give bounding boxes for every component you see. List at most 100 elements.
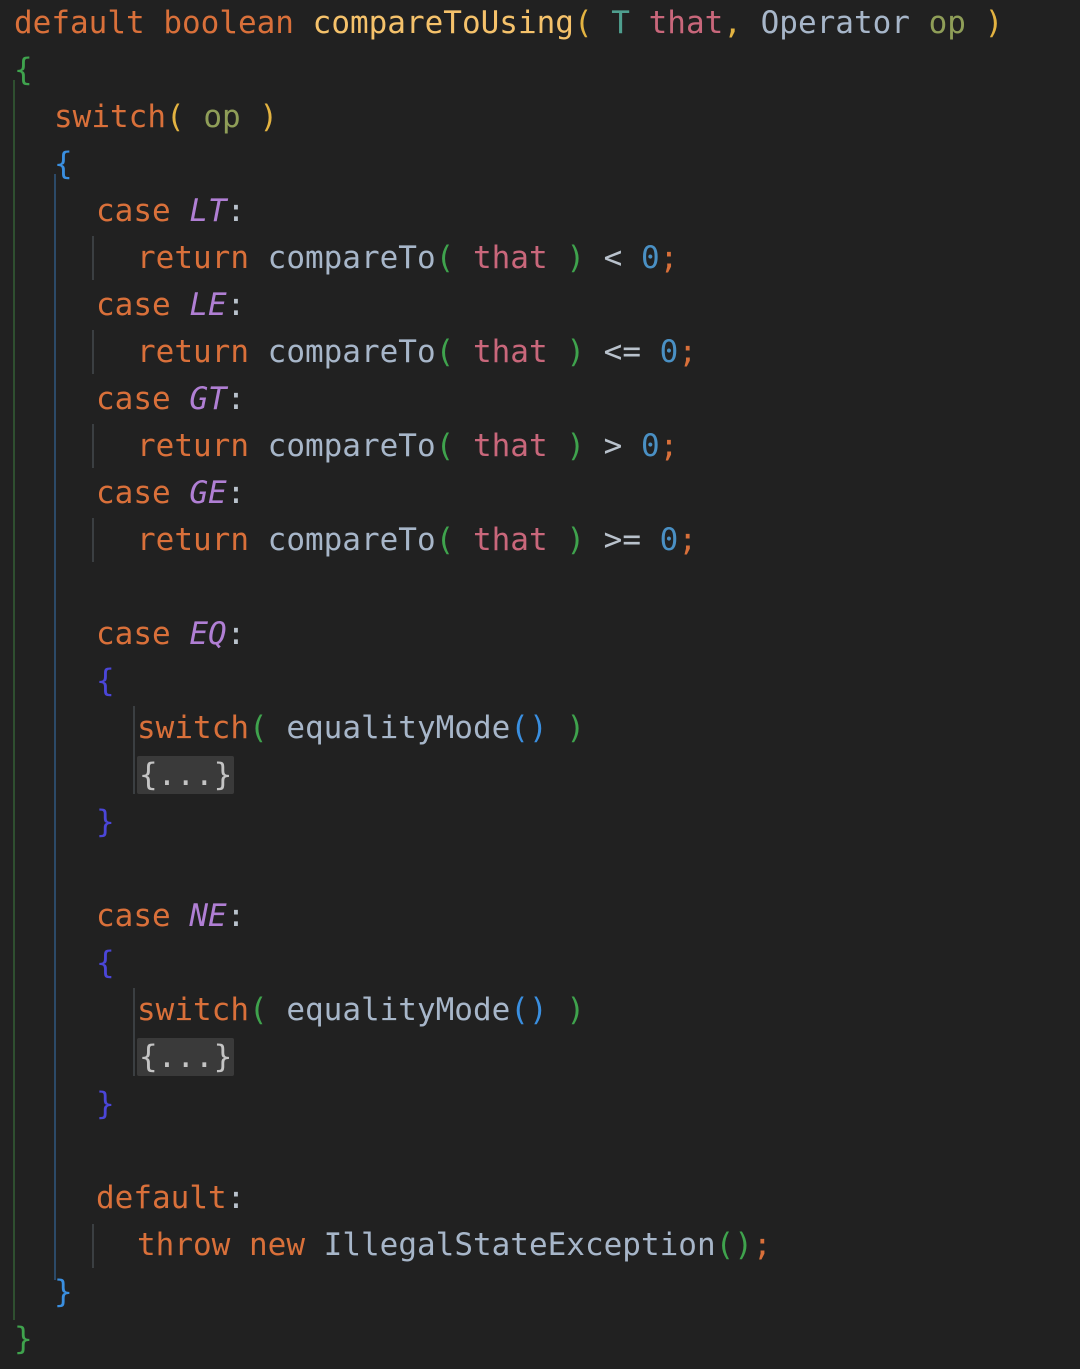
code-line-case-eq[interactable]: case EQ: (0, 611, 1080, 658)
token-param-that: that (648, 5, 724, 41)
bracket-close-paren: ) (566, 992, 585, 1028)
bracket-switch-close: } (54, 1274, 73, 1310)
code-line-return-le[interactable]: return compareTo( that ) <= 0; (0, 329, 1080, 376)
code-content[interactable]: default boolean compareToUsing( T that, … (0, 0, 1080, 1363)
token-semicolon: ; (752, 1227, 772, 1263)
token-that-arg: that (472, 428, 548, 464)
code-line-blank[interactable] (0, 1128, 1080, 1175)
code-line-throw[interactable]: throw new IllegalStateException(); (0, 1222, 1080, 1269)
bracket-close-paren: ) (566, 240, 585, 276)
code-line-method-close[interactable]: } (0, 1316, 1080, 1363)
token-exception-class: IllegalStateException (323, 1227, 716, 1263)
code-line-ne-switch[interactable]: switch( equalityMode() ) (0, 987, 1080, 1034)
bracket-case-close: } (96, 804, 115, 840)
folded-region-eq[interactable]: {...} (137, 756, 235, 794)
code-line-ne-close-brace[interactable]: } (0, 1081, 1080, 1128)
token-modifier: default (14, 5, 145, 41)
bracket-open-paren: ( (248, 710, 268, 746)
bracket-close-paren: ) (566, 334, 585, 370)
token-compare-call: compareTo (267, 428, 436, 464)
bracket-inner-open-paren: ( (510, 992, 529, 1028)
token-param-op: op (928, 5, 966, 41)
bracket-method-close: } (14, 1321, 33, 1357)
token-comma: , (723, 5, 742, 41)
bracket-case-close: } (96, 1086, 115, 1122)
token-semicolon: ; (678, 522, 697, 558)
token-zero: 0 (641, 240, 660, 276)
code-line-eq-switch[interactable]: switch( equalityMode() ) (0, 705, 1080, 752)
token-operator-lt: < (603, 240, 623, 276)
bracket-method-open: { (14, 52, 33, 88)
code-line-ne-folded[interactable]: {...} (0, 1034, 1080, 1081)
token-zero: 0 (659, 334, 679, 370)
token-operator-le: <= (603, 334, 641, 370)
token-colon: : (226, 616, 246, 652)
token-case-keyword: case (96, 898, 171, 934)
code-line-case-ne[interactable]: case NE: (0, 893, 1080, 940)
token-type-param: T (611, 5, 630, 41)
token-colon: : (226, 475, 246, 511)
token-type-operator: Operator (760, 5, 910, 41)
code-line-blank[interactable] (0, 564, 1080, 611)
bracket-close-paren: ) (566, 428, 585, 464)
bracket-open-paren-signature: ( (573, 5, 593, 41)
bracket-open-paren: ( (435, 334, 455, 370)
code-line-signature[interactable]: default boolean compareToUsing( T that, … (0, 0, 1080, 47)
token-colon: : (226, 193, 246, 229)
token-that-arg: that (472, 240, 548, 276)
code-line-switch-op[interactable]: switch( op ) (0, 94, 1080, 141)
token-that-arg: that (472, 522, 548, 558)
code-line-case-gt[interactable]: case GT: (0, 376, 1080, 423)
token-zero: 0 (659, 522, 679, 558)
code-line-eq-folded[interactable]: {...} (0, 752, 1080, 799)
code-line-return-gt[interactable]: return compareTo( that ) > 0; (0, 423, 1080, 470)
token-enum-le: LE (189, 287, 227, 323)
bracket-switch-open-paren: ( (165, 99, 185, 135)
token-enum-lt: LT (189, 193, 227, 229)
code-line-eq-close-brace[interactable]: } (0, 799, 1080, 846)
token-return-keyword: return (137, 334, 249, 370)
bracket-close-paren: ) (734, 1227, 753, 1263)
token-switch-keyword: switch (137, 710, 249, 746)
token-operator-ge: >= (603, 522, 641, 558)
code-line-return-lt[interactable]: return compareTo( that ) < 0; (0, 235, 1080, 282)
bracket-open-paren: ( (435, 428, 455, 464)
token-enum-eq: EQ (189, 616, 227, 652)
token-zero: 0 (641, 428, 660, 464)
code-line-switch-close-brace[interactable]: } (0, 1269, 1080, 1316)
code-line-eq-open-brace[interactable]: { (0, 658, 1080, 705)
code-line-case-lt[interactable]: case LT: (0, 188, 1080, 235)
code-line-default-case[interactable]: default: (0, 1175, 1080, 1222)
bracket-inner-close-paren: ) (528, 710, 548, 746)
code-line-blank[interactable] (0, 846, 1080, 893)
code-line-case-ge[interactable]: case GE: (0, 470, 1080, 517)
bracket-close-paren-signature: ) (984, 5, 1004, 41)
code-line-case-le[interactable]: case LE: (0, 282, 1080, 329)
token-colon: : (226, 898, 246, 934)
token-equality-mode-call: equalityMode (286, 992, 511, 1028)
token-switch-subject: op (203, 99, 241, 135)
code-editor[interactable]: default boolean compareToUsing( T that, … (0, 0, 1080, 1369)
token-colon: : (226, 381, 246, 417)
bracket-switch-close-paren: ) (259, 99, 278, 135)
token-enum-ge: GE (189, 475, 227, 511)
folded-region-ne[interactable]: {...} (137, 1038, 235, 1076)
token-return-keyword: return (137, 240, 249, 276)
bracket-open-paren: ( (435, 522, 455, 558)
token-case-keyword: case (96, 381, 171, 417)
token-return-keyword: return (137, 428, 249, 464)
token-compare-call: compareTo (267, 240, 436, 276)
token-switch-keyword: switch (54, 99, 166, 135)
code-line-method-open[interactable]: { (0, 47, 1080, 94)
token-method-name: compareToUsing (312, 5, 574, 41)
code-line-switch-open-brace[interactable]: { (0, 141, 1080, 188)
bracket-case-open: { (96, 945, 115, 981)
bracket-close-paren: ) (566, 522, 585, 558)
token-return-type: boolean (163, 5, 294, 41)
bracket-open-paren: ( (435, 240, 455, 276)
code-line-ne-open-brace[interactable]: { (0, 940, 1080, 987)
code-line-return-ge[interactable]: return compareTo( that ) >= 0; (0, 517, 1080, 564)
token-enum-gt: GT (189, 381, 227, 417)
token-return-keyword: return (137, 522, 249, 558)
bracket-case-open: { (96, 663, 115, 699)
